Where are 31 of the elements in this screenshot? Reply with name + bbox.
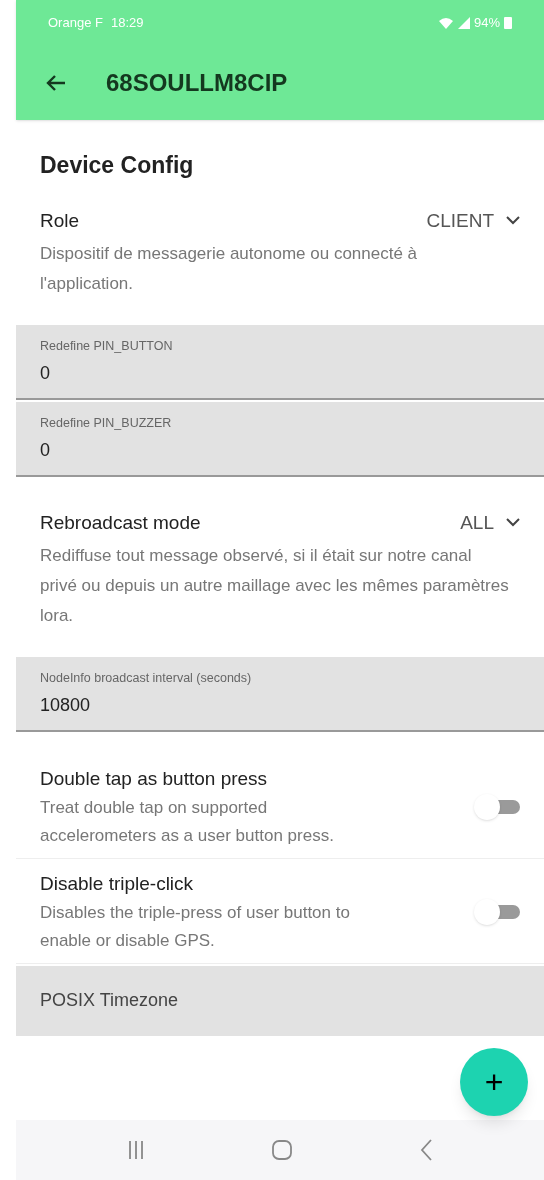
wifi-icon (437, 16, 454, 29)
back-icon[interactable] (420, 1139, 433, 1161)
setting-label: Double tap as button press (40, 766, 269, 791)
add-button[interactable]: + (460, 1048, 528, 1116)
dropdown[interactable]: ALL (460, 508, 520, 537)
chevron-down-icon (506, 216, 520, 226)
toggle-switch[interactable] (474, 793, 520, 820)
setting-description: Disables the triple-press of user button to enable or disable GPS. (40, 901, 351, 952)
chevron-down-icon (506, 518, 520, 528)
app-bar-title: 68SOULLM8CIP (106, 67, 288, 98)
dropdown[interactable]: CLIENT (426, 206, 520, 235)
setting-label: Rebroadcast mode (40, 510, 201, 535)
setting-description: Rediffuse tout message observé, si il était sur notre canal privé ou depuis un autre maillage avec les mêmes paramètres lora. (40, 545, 510, 627)
toggle-switch[interactable] (474, 898, 520, 925)
setting-description: Dispositif de messagerie autonome ou connecté à l'application. (40, 243, 419, 295)
setting-label: Role (40, 208, 80, 233)
setting-label: Disable triple-click (40, 871, 195, 896)
status-time: 18:29 (110, 13, 144, 32)
text-field[interactable]: NodeInfo broadcast interval (seconds) 10800 (16, 657, 544, 732)
signal-icon (457, 16, 470, 29)
battery-icon (504, 16, 512, 29)
home-icon[interactable] (271, 1139, 293, 1161)
recent-apps-icon[interactable] (127, 1140, 144, 1160)
battery-level: 94% (473, 13, 500, 32)
setting-description: Treat double tap on supported accelerometers as a user button press. (40, 796, 335, 847)
text-field[interactable]: Redefine PIN_BUTTON 0 (16, 325, 544, 400)
carrier-name: Orange F (48, 13, 103, 32)
text-field[interactable]: Redefine PIN_BUZZER 0 (16, 401, 544, 477)
collapsed-setting[interactable]: POSIX Timezone (16, 965, 544, 1036)
back-arrow-icon[interactable] (46, 73, 66, 92)
section-title: Device Config (39, 151, 195, 180)
